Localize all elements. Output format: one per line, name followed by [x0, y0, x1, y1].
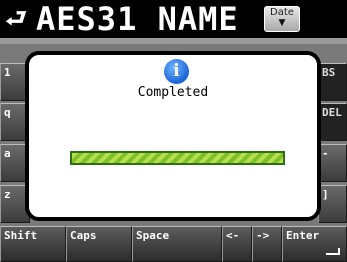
page-title: AES31 NAME — [36, 0, 239, 38]
key-label: -> — [256, 229, 270, 242]
key-label: ] — [322, 188, 329, 201]
key-label: Space — [136, 229, 170, 242]
completed-dialog: i Completed — [25, 51, 321, 221]
key-label: 1 — [4, 66, 11, 79]
key-label: q — [4, 106, 11, 119]
key-label: a — [4, 147, 11, 160]
dialog-message: Completed — [137, 85, 209, 100]
info-icon: i — [164, 59, 189, 84]
date-button-label: Date — [270, 7, 294, 18]
back-arrow-icon[interactable]: ⮐ — [2, 4, 30, 32]
key-delete[interactable]: DEL — [318, 103, 347, 141]
key-label: Enter — [286, 229, 320, 242]
key-label: Shift — [4, 229, 38, 242]
title-bar: ⮐ AES31 NAME Date ▼ — [0, 0, 347, 38]
cursor-right-key[interactable]: -> — [252, 226, 282, 262]
shift-key[interactable]: Shift — [0, 226, 66, 262]
screen: ⮐ AES31 NAME Date ▼ 1 q a z BS DEL - ] S… — [0, 0, 347, 262]
key-label: BS — [322, 66, 336, 79]
key-bracket[interactable]: ] — [318, 185, 347, 223]
enter-key[interactable]: Enter — [282, 226, 347, 262]
key-minus[interactable]: - — [318, 144, 347, 182]
key-label: - — [322, 147, 329, 160]
key-label: <- — [226, 229, 240, 242]
enter-icon — [326, 248, 340, 255]
keyboard-top-strip — [0, 38, 347, 44]
progress-bar — [70, 151, 285, 165]
key-label: DEL — [322, 106, 342, 119]
key-label: Caps — [70, 229, 97, 242]
key-backspace[interactable]: BS — [318, 63, 347, 101]
chevron-down-icon: ▼ — [278, 18, 286, 28]
date-button[interactable]: Date ▼ — [264, 6, 300, 32]
key-label: z — [4, 188, 11, 201]
cursor-left-key[interactable]: <- — [222, 226, 252, 262]
caps-key[interactable]: Caps — [66, 226, 132, 262]
space-key[interactable]: Space — [132, 226, 222, 262]
